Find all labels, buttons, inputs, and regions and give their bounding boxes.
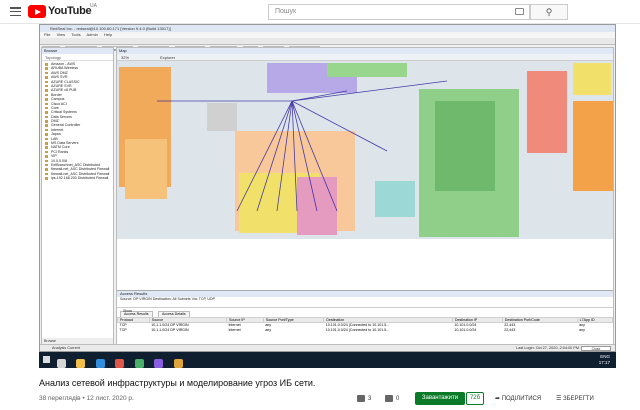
app-window: RedSeal Inc. - redseal@10.100.60.171 [Ve…	[39, 24, 616, 352]
table-cell: TCP	[119, 328, 127, 332]
like-button[interactable]: 3	[357, 393, 371, 405]
table-cell: 10.101.0.0/24 (Connected to 10.101.5...	[325, 328, 390, 332]
map-toolbar: 32% Explorer	[117, 54, 613, 61]
app-icon-3[interactable]	[173, 359, 183, 368]
zoom-level[interactable]: 32%	[121, 55, 129, 60]
browse-pane: Browse Topology Amazon - AWS ARUBA Wirele…	[41, 47, 114, 345]
download-size: 72б	[466, 392, 484, 405]
table-cell: any	[265, 328, 272, 332]
zone-teal	[375, 181, 415, 217]
taskbar-icons	[57, 355, 189, 373]
close-button[interactable]: Close	[581, 346, 611, 351]
save-playlist-icon: ☰	[556, 396, 564, 402]
system-tray: ENG 17:17	[599, 354, 610, 366]
windows-start-icon[interactable]	[43, 356, 50, 363]
zone-orange-left-2	[125, 139, 167, 199]
country-code: UA	[90, 3, 97, 9]
video-player[interactable]: RedSeal Inc. - redseal@10.100.60.171 [Ve…	[39, 24, 616, 368]
menu-view[interactable]: View	[57, 32, 66, 37]
status-last-login: Last Login: Oct 27, 2020, 2:04:00 PM	[516, 346, 579, 350]
app-tabs: Home Maps & Views Threat Effects Best Pr…	[40, 38, 615, 52]
network-map[interactable]	[117, 61, 613, 239]
thumbs-up-icon	[357, 394, 365, 402]
table-row[interactable]: TCP 10.1.1.0/24 DP VIRGIN Internet any 10.10…	[118, 328, 613, 333]
youtube-logo-icon[interactable]	[28, 5, 46, 18]
topology-tree: Amazon - AWS ARUBA Wireless AWS DMZ AWS SVR…	[42, 61, 113, 181]
search-input[interactable]: Пошук	[268, 4, 530, 20]
network-map-drawing	[119, 63, 613, 237]
app-icon-2[interactable]	[154, 359, 164, 368]
show-button[interactable]: Show	[123, 309, 132, 313]
youtube-brand[interactable]: YouTube	[48, 5, 92, 17]
tab-access-details[interactable]: Access Details	[158, 311, 190, 317]
search-taskbar-icon[interactable]	[57, 359, 66, 368]
video-meta: 38 переглядів • 12 лист. 2020 р.	[39, 395, 134, 402]
dislike-count: 0	[396, 396, 400, 402]
tray-time: 17:17	[598, 360, 610, 365]
youtube-header: YouTube UA Пошук ⚲	[0, 0, 640, 24]
mail-icon[interactable]	[115, 359, 125, 368]
access-results-panel: Access Results Source: DP VIRGIN Destina…	[117, 290, 614, 344]
zone-pink	[297, 177, 337, 235]
share-button[interactable]: ➦ ПОДІЛИТИСЯ	[495, 393, 541, 405]
zone-green-inner	[435, 101, 495, 191]
menu-help[interactable]: Help	[104, 32, 112, 37]
download-button[interactable]: Завантажити	[415, 392, 465, 405]
menu-file[interactable]: File	[44, 32, 50, 37]
status-analysis: Analysis Current	[52, 346, 80, 350]
share-icon: ➦	[495, 396, 502, 402]
status-bar: Analysis Current Last Login: Oct 27, 202…	[40, 344, 615, 351]
explorer-icon[interactable]	[76, 359, 86, 368]
save-button[interactable]: ☰ ЗБЕРЕГТИ	[556, 393, 594, 405]
tree-item[interactable]: ips-192.168.200 Distributed Firewall	[42, 176, 113, 180]
like-count: 3	[368, 396, 372, 402]
zone-yellow-right	[573, 63, 611, 95]
explorer-button[interactable]: Explorer	[160, 55, 175, 60]
thumbs-down-icon	[385, 394, 393, 402]
app-title-bar: RedSeal Inc. - redseal@10.100.60.171 [Ve…	[40, 25, 615, 32]
table-cell: 10.101.0.0/24	[454, 328, 477, 332]
search-button[interactable]: ⚲	[530, 4, 568, 20]
zone-red-right	[527, 71, 567, 153]
results-toolbar: Show	[117, 308, 613, 315]
map-pane: Map 32% Explorer Access Results Source: …	[116, 47, 614, 345]
table-cell: any	[579, 328, 585, 332]
app-icon-1[interactable]	[134, 359, 144, 368]
browser-icon[interactable]	[95, 359, 105, 368]
table-cell: Internet	[228, 328, 241, 332]
menu-admin[interactable]: Admin	[86, 32, 97, 37]
topology-filter[interactable]: Topology	[42, 54, 113, 61]
windows-taskbar: ENG 17:17	[39, 352, 616, 368]
table-cell: 10.1.1.0/24 DP VIRGIN	[151, 328, 189, 332]
keyboard-icon[interactable]	[515, 8, 524, 15]
share-label: ПОДІЛИТИСЯ	[501, 396, 542, 402]
menu-icon[interactable]	[10, 7, 21, 17]
table-cell: 22,443	[504, 328, 516, 332]
search-icon: ⚲	[545, 7, 553, 17]
access-results-table: Protocol Source Source IP Source Port/Type D…	[117, 317, 614, 333]
dislike-button[interactable]: 0	[385, 393, 399, 405]
zone-orange-right	[573, 101, 613, 191]
menu-tools[interactable]: Tools	[71, 32, 80, 37]
save-label: ЗБЕРЕГТИ	[563, 396, 594, 402]
zone-grey	[207, 103, 237, 131]
zone-green-top	[327, 63, 407, 77]
video-title: Анализ сетевой инфраструктуры и моделиро…	[39, 378, 316, 388]
